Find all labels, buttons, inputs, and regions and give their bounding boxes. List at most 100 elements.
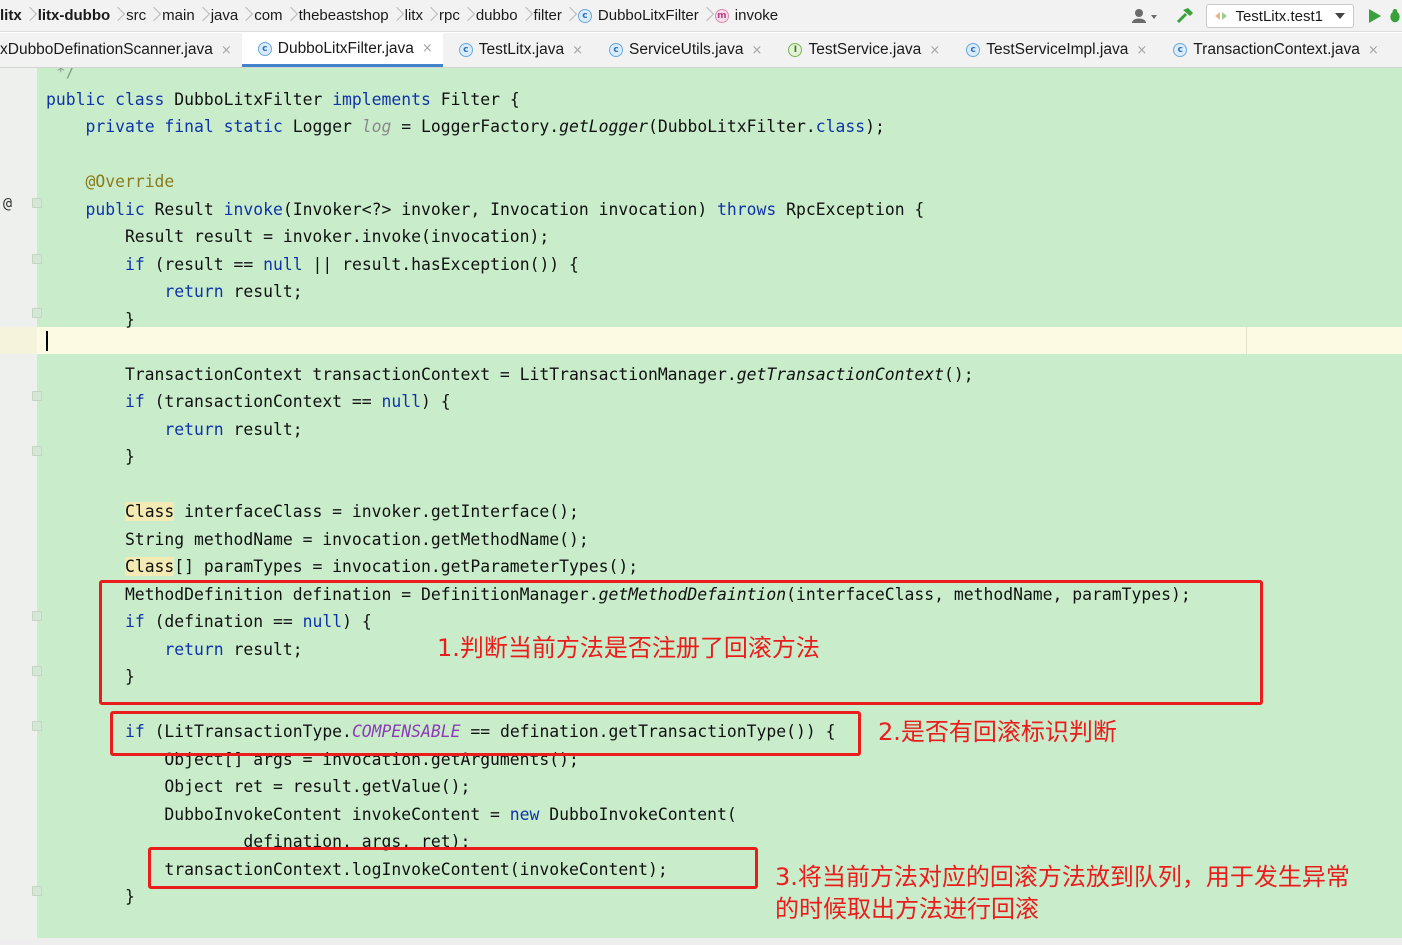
code-token: */ [46,68,76,81]
text-caret [46,331,48,351]
breadcrumb-item[interactable]: com [254,0,282,31]
code-content[interactable]: */ public class DubboLitxFilter implement… [46,68,1191,911]
build-hammer-icon[interactable] [1172,3,1198,29]
code-line[interactable]: if (result == null || result.hasExceptio… [46,251,1191,279]
fold-marker-icon[interactable] [32,446,42,456]
code-token: null [263,254,303,274]
code-line[interactable]: Class interfaceClass = invoker.getInterf… [46,498,1191,526]
code-line[interactable] [46,333,1191,361]
breadcrumb-separator-icon [110,0,126,31]
editor-tab[interactable]: c TransactionContext.java × [1157,33,1388,67]
editor-tab[interactable]: c ServiceUtils.java × [593,33,772,67]
class-icon: c [1173,43,1188,57]
run-config-icon [1215,10,1229,22]
code-line[interactable]: if (transactionContext == null) { [46,388,1191,416]
code-line[interactable] [46,141,1191,169]
code-editor[interactable]: @ */ public class DubboLitxFilter impleme… [0,68,1402,945]
fold-marker-icon[interactable] [32,391,42,401]
code-token: ); [865,117,885,136]
code-line[interactable]: Object ret = result.getValue(); [46,773,1191,801]
code-token: throws [717,199,787,219]
code-line[interactable]: return result; [46,278,1191,306]
editor-tab[interactable]: c TestServiceImpl.java × [950,33,1157,67]
code-token: public class [46,89,175,109]
breadcrumb-item[interactable]: c DubboLitxFilter [577,0,699,31]
editor-tab[interactable]: c DubboLitxFilter.java × [241,33,443,67]
code-line[interactable]: Class[] paramTypes = invocation.getParam… [46,553,1191,581]
code-token: } [46,309,135,329]
code-line[interactable]: DubboInvokeContent invokeContent = new D… [46,801,1191,829]
code-line[interactable]: */ [46,68,1191,86]
code-line[interactable]: private final static Logger log = Logger… [46,113,1191,141]
code-token: private final static [85,117,293,136]
code-line[interactable]: TransactionContext transactionContext = … [46,361,1191,389]
breadcrumb: litx litx-dubbo src main java com thebeastshop… [0,0,778,31]
tab-label: TestService.java [808,41,922,58]
fold-marker-icon[interactable] [32,198,42,208]
breadcrumb-separator-icon [22,0,38,31]
breadcrumb-item[interactable]: m invoke [714,0,778,31]
debug-icon[interactable] [1388,3,1402,29]
code-token: invoke [223,199,283,219]
run-icon[interactable] [1362,3,1388,29]
code-token: null [381,392,422,411]
breadcrumb-label: DubboLitxFilter [597,7,699,24]
close-icon[interactable]: × [221,43,232,58]
code-line[interactable]: Result result = invoker.invoke(invocatio… [46,223,1191,251]
breadcrumb-item[interactable]: filter [534,0,562,31]
code-token: (transactionContext == [154,392,382,411]
fold-marker-icon[interactable] [32,254,42,264]
code-token: [] paramTypes = invocation.getParameterT… [174,557,639,576]
code-token: DubboInvokeContent( [549,804,737,824]
code-token: getLogger [559,117,648,136]
code-line[interactable]: String methodName = invocation.getMethod… [46,526,1191,554]
close-icon[interactable]: × [1368,43,1379,58]
close-icon[interactable]: × [929,43,940,58]
breadcrumb-label: java [210,7,239,24]
code-line[interactable]: public class DubboLitxFilter implements … [46,86,1191,114]
editor-tab[interactable]: c TestLitx.java × [443,33,593,67]
fold-marker-icon[interactable] [32,666,42,676]
fold-marker-icon[interactable] [32,886,42,896]
close-icon[interactable]: × [752,43,763,58]
method-icon: m [714,8,729,23]
fold-marker-icon[interactable] [32,611,42,621]
breadcrumb-item[interactable]: dubbo [476,0,518,31]
code-line[interactable] [46,471,1191,499]
editor-tab[interactable]: I TestService.java × [772,33,950,67]
vcs-user-icon[interactable] [1126,3,1166,29]
override-marker-icon[interactable]: @ [3,194,12,212]
breadcrumb-item[interactable]: litx [0,0,22,31]
run-configuration-label: TestLitx.test1 [1235,7,1323,25]
breadcrumb-item[interactable]: litx-dubbo [38,0,110,31]
breadcrumb-item[interactable]: main [162,0,195,31]
code-line[interactable]: return result; [46,416,1191,444]
close-icon[interactable]: × [422,41,433,56]
breadcrumb-item[interactable]: rpc [439,0,460,31]
annotation-box-3 [148,847,758,889]
code-token: (); [944,364,974,384]
breadcrumb-item[interactable]: src [126,0,146,31]
fold-marker-icon[interactable] [32,721,42,731]
code-line[interactable]: @Override [46,168,1191,196]
code-token: Class [124,502,175,521]
code-token: if [124,254,155,274]
class-icon: c [458,43,473,57]
code-line[interactable]: public Result invoke(Invoker<?> invoker,… [46,196,1191,224]
breadcrumb-label: main [162,7,195,24]
run-configuration-select[interactable]: TestLitx.test1 [1206,4,1354,28]
breadcrumb-item[interactable]: thebeastshop [299,0,389,31]
breadcrumb-separator-icon [460,0,476,31]
fold-marker-icon[interactable] [32,308,42,318]
breadcrumb-item[interactable]: litx [405,0,423,31]
code-line[interactable]: } [46,306,1191,334]
editor-tab[interactable]: xDubboDefinationScanner.java × [0,33,242,67]
code-token: = LoggerFactory. [391,117,560,136]
breadcrumb-item[interactable]: java [210,0,239,31]
code-token: } [46,447,135,466]
close-icon[interactable]: × [1136,43,1147,58]
close-icon[interactable]: × [572,43,583,58]
code-line[interactable]: } [46,443,1191,471]
